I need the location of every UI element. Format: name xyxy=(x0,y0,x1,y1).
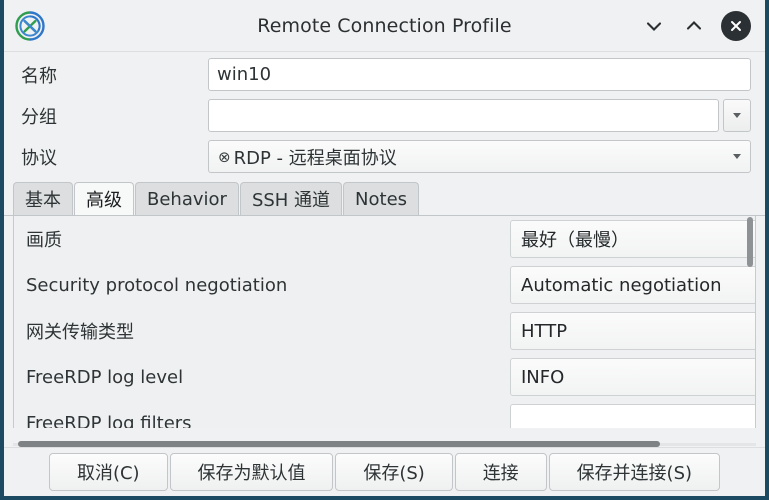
tab-2[interactable]: Behavior xyxy=(135,182,239,215)
button-label: 保存并连接(S) xyxy=(576,463,693,484)
protocol-select[interactable]: ⊗ RDP - 远程桌面协议 xyxy=(208,140,751,173)
maximize-button[interactable] xyxy=(681,13,707,39)
setting-select[interactable]: 最好（最慢） xyxy=(510,220,755,258)
close-icon xyxy=(731,20,741,31)
close-button[interactable] xyxy=(721,10,751,41)
remote-connection-profile-window: Remote Connection Profile 名称 win10 分组 协议… xyxy=(0,0,769,500)
save-and-connect-button[interactable]: 保存并连接(S) xyxy=(548,453,720,491)
minimize-button[interactable] xyxy=(641,13,667,39)
dialog-button-bar: 取消(C) 保存为默认值 保存(S) 连接 保存并连接(S) xyxy=(4,447,765,496)
cancel-button[interactable]: 取消(C) xyxy=(49,453,168,491)
protocol-value: RDP - 远程桌面协议 xyxy=(233,147,397,169)
group-label: 分组 xyxy=(21,106,57,128)
tab-3[interactable]: SSH 通道 xyxy=(239,182,343,215)
tab-bar: 基本 高级 Behavior SSH 通道 Notes xyxy=(4,180,765,216)
button-label: 取消(C) xyxy=(76,463,140,484)
setting-row: FreeRDP log filters xyxy=(14,400,755,428)
setting-select[interactable]: Automatic negotiation xyxy=(510,266,755,304)
connect-button[interactable]: 连接 xyxy=(454,453,547,491)
setting-row: 画质 最好（最慢） xyxy=(14,216,755,262)
setting-input[interactable] xyxy=(510,404,755,428)
titlebar: Remote Connection Profile xyxy=(4,0,765,52)
group-row: 分组 xyxy=(18,97,751,134)
name-label: 名称 xyxy=(21,65,57,87)
protocol-row: 协议 ⊗ RDP - 远程桌面协议 xyxy=(18,138,751,175)
protocol-label: 协议 xyxy=(21,147,57,169)
tab-label: SSH 通道 xyxy=(251,190,331,211)
button-label: 保存(S) xyxy=(363,463,425,484)
tab-0[interactable]: 基本 xyxy=(13,182,73,215)
setting-label: FreeRDP log filters xyxy=(26,412,192,429)
tab-1[interactable]: 高级 xyxy=(74,182,134,215)
group-input[interactable] xyxy=(208,99,719,132)
setting-select[interactable]: HTTP xyxy=(510,312,755,350)
setting-label: FreeRDP log level xyxy=(26,366,184,388)
setting-label: 网关传输类型 xyxy=(26,322,134,343)
setting-label: 画质 xyxy=(26,230,62,251)
name-input[interactable]: win10 xyxy=(208,58,751,91)
save-button[interactable]: 保存(S) xyxy=(335,453,453,491)
button-label: 保存为默认值 xyxy=(197,463,306,484)
settings-vertical-scrollbar[interactable] xyxy=(746,216,754,428)
scrollbar-thumb[interactable] xyxy=(747,217,753,267)
advanced-settings-list: 画质 最好（最慢） Security protocol negotiation Aut… xyxy=(13,216,756,428)
tab-label: 高级 xyxy=(86,190,122,211)
tab-label: 基本 xyxy=(25,190,61,211)
group-dropdown-button[interactable] xyxy=(723,99,751,132)
setting-select[interactable]: INFO xyxy=(510,358,755,396)
tab-4[interactable]: Notes xyxy=(343,182,420,215)
chevron-down-icon xyxy=(733,154,741,159)
setting-label: Security protocol negotiation xyxy=(26,274,288,296)
rdp-icon: ⊗ xyxy=(218,148,231,166)
tab-label: Notes xyxy=(355,188,408,210)
window-controls xyxy=(641,10,751,41)
button-label: 连接 xyxy=(482,463,519,484)
setting-row: Security protocol negotiation Automatic n… xyxy=(14,262,755,308)
name-row: 名称 win10 xyxy=(18,56,751,93)
profile-header-form: 名称 win10 分组 协议 ⊗ RDP - 远程桌面协议 xyxy=(4,52,765,175)
remmina-icon xyxy=(13,9,47,43)
save-as-default-button[interactable]: 保存为默认值 xyxy=(169,453,334,491)
chevron-down-icon xyxy=(733,113,741,118)
tab-label: Behavior xyxy=(147,188,227,210)
setting-row: 网关传输类型 HTTP xyxy=(14,308,755,354)
setting-row: FreeRDP log level INFO xyxy=(14,354,755,400)
